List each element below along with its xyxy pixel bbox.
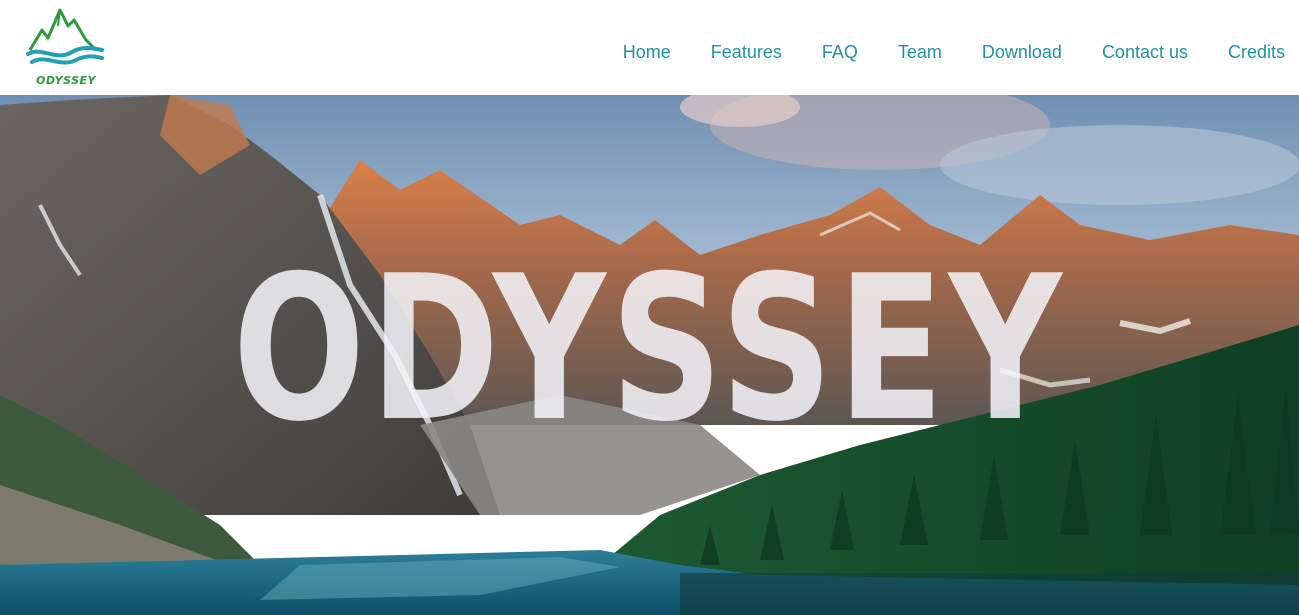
nav-contact-link[interactable]: Contact us [1102, 42, 1188, 63]
hero-title: ODYSSEY [232, 233, 1067, 466]
brand-logo[interactable]: ODYSSEY [22, 6, 110, 90]
nav-faq-link[interactable]: FAQ [822, 42, 858, 63]
nav-credits-link[interactable]: Credits [1228, 42, 1285, 63]
logo-text: ODYSSEY [35, 74, 97, 87]
nav-download-link[interactable]: Download [982, 42, 1062, 63]
mountain-wave-logo-icon [26, 8, 104, 65]
hero-banner: ODYSSEY [0, 95, 1299, 615]
nav-team-link[interactable]: Team [898, 42, 942, 63]
main-navigation: Home Features FAQ Team Download Contact … [623, 42, 1285, 63]
site-header: ODYSSEY Home Features FAQ Team Download … [0, 0, 1299, 95]
nav-home-link[interactable]: Home [623, 42, 671, 63]
nav-features-link[interactable]: Features [711, 42, 782, 63]
